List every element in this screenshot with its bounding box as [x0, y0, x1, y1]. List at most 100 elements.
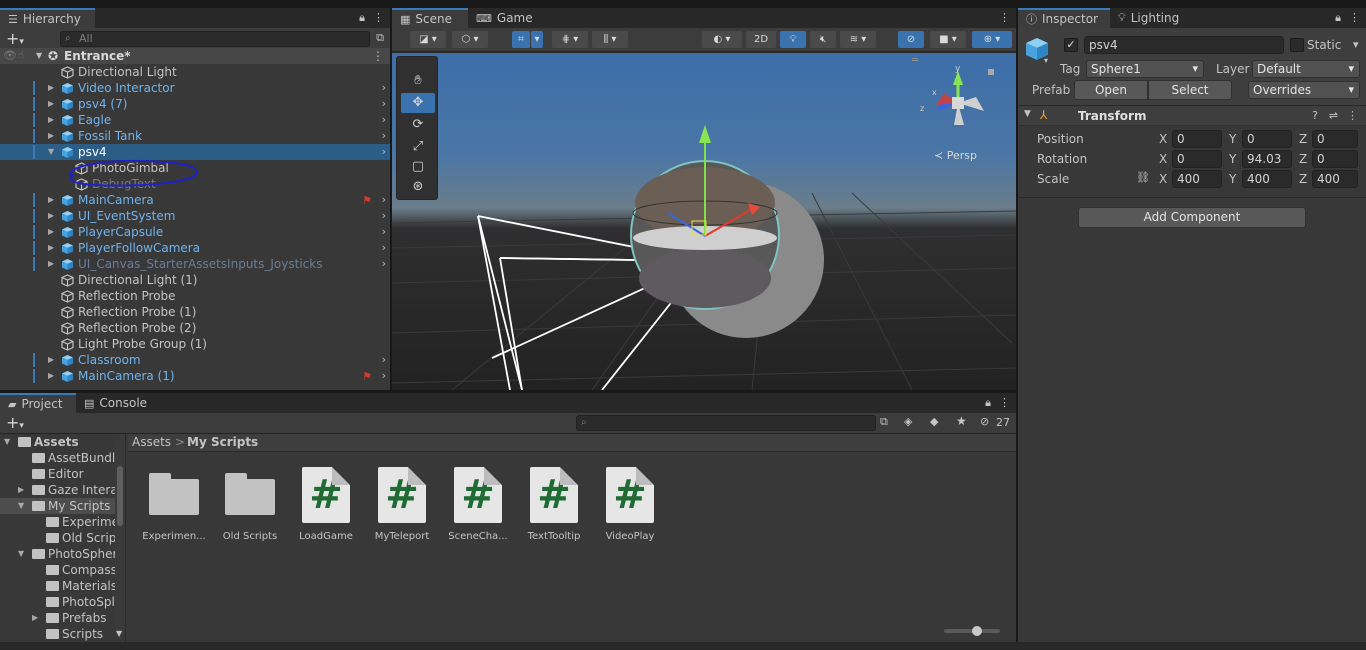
prefab-overrides-dropdown[interactable]: Overrides [1248, 81, 1360, 99]
chevron-right-icon[interactable]: › [382, 368, 386, 384]
hierarchy-item[interactable]: ▶ Eagle › [0, 112, 390, 128]
rotation-x-field[interactable]: 0 [1172, 150, 1222, 168]
expand-arrow[interactable]: ▶ [48, 128, 54, 144]
folder-tree-item[interactable]: ▶ Prefabs [0, 610, 125, 626]
visibility-icon[interactable]: 👁︎ [3, 48, 17, 64]
dropdown-icon[interactable]: ▾ [1044, 56, 1048, 65]
tab-project[interactable]: ▰ Project [0, 393, 76, 413]
layer-dropdown[interactable]: Default [1252, 60, 1360, 78]
draw-mode-dropdown[interactable]: ◪ ▾ [410, 31, 446, 48]
pick-icon[interactable]: ☝︎ [18, 48, 24, 64]
constrain-proportions-icon[interactable]: ⛓︎ [1136, 171, 1150, 184]
shading-dropdown[interactable]: ◐ ▾ [702, 31, 742, 48]
render-mode-dropdown[interactable]: ⬡ ▾ [452, 31, 488, 48]
folder-tree-item[interactable]: Compass [0, 562, 125, 578]
folder-tree-item[interactable]: ▼ Assets [0, 434, 125, 450]
script-asset[interactable]: # TextTooltip [518, 467, 590, 542]
toggle-2d-button[interactable]: 2D [746, 31, 776, 48]
more-icon[interactable]: ⋮ [373, 11, 384, 25]
scene-menu-icon[interactable]: ⋮ [372, 48, 384, 64]
chevron-right-icon[interactable]: › [382, 96, 386, 112]
active-checkbox[interactable]: ✓ [1064, 38, 1078, 52]
rotate-tool-icon[interactable]: ⟳ [401, 115, 435, 135]
zoom-slider-thumb[interactable] [972, 626, 982, 636]
hierarchy-item[interactable]: ▶ UI_Canvas_StarterAssetsInputs_Joysticks… [0, 256, 390, 272]
help-icon[interactable]: ? [1312, 109, 1318, 122]
expand-arrow[interactable]: ▶ [32, 610, 38, 626]
tab-game[interactable]: ⌨︎ Game [468, 8, 538, 28]
hierarchy-item[interactable]: ▶ Classroom › [0, 352, 390, 368]
hierarchy-item[interactable]: ▶ MainCamera (1) ⚑ › [0, 368, 390, 384]
scale-z-field[interactable]: 400 [1312, 170, 1358, 188]
static-dropdown-icon[interactable]: ▾ [1353, 38, 1359, 51]
search-by-type-icon[interactable]: ⧉ [880, 415, 888, 429]
more-icon[interactable]: ⋮ [1349, 11, 1360, 25]
add-component-button[interactable]: Add Component [1078, 207, 1306, 228]
hierarchy-item[interactable]: ▶ UI_EventSystem › [0, 208, 390, 224]
rotation-z-field[interactable]: 0 [1312, 150, 1358, 168]
grid-snap-dropdown[interactable]: ⋕ ▾ [552, 31, 588, 48]
chevron-right-icon[interactable]: › [382, 224, 386, 240]
hidden-packages-icon[interactable]: ⊘ [980, 415, 989, 428]
expand-arrow[interactable]: ▼ [18, 546, 24, 562]
move-tool-icon[interactable]: ✥ [401, 93, 435, 113]
position-x-field[interactable]: 0 [1172, 130, 1222, 148]
position-y-field[interactable]: 0 [1242, 130, 1292, 148]
expand-arrow[interactable]: ▶ [48, 368, 54, 384]
folder-tree-item[interactable]: Scripts [0, 626, 125, 642]
transform-tool-icon[interactable]: ⊛ [401, 177, 435, 197]
chevron-right-icon[interactable]: › [382, 256, 386, 272]
expand-arrow[interactable]: ▶ [48, 256, 54, 272]
hierarchy-item[interactable]: ▶ MainCamera ⚑ › [0, 192, 390, 208]
filter-type-icon[interactable]: ◈ [904, 415, 912, 428]
hierarchy-item[interactable]: ▶ psv4 (7) › [0, 96, 390, 112]
scale-x-field[interactable]: 400 [1172, 170, 1222, 188]
hierarchy-item[interactable]: Directional Light (1) [0, 272, 390, 288]
orientation-gizmo[interactable]: y x z [918, 63, 998, 143]
hierarchy-item[interactable]: Reflection Probe [0, 288, 390, 304]
folder-tree-item[interactable]: Experime [0, 514, 125, 530]
expand-arrow[interactable]: ▶ [48, 352, 54, 368]
scale-tool-icon[interactable]: ⤢ [401, 137, 435, 157]
foldout-arrow[interactable]: ▼ [1024, 109, 1031, 119]
increment-snap-dropdown[interactable]: ⫼ ▾ [592, 31, 628, 48]
chevron-right-icon[interactable]: › [382, 128, 386, 144]
effects-dropdown[interactable]: ≋ ▾ [840, 31, 876, 48]
scene-viewport[interactable]: ✋︎ ✥ ⟳ ⤢ ▢ ⊛ y x z ≺ Persp ═ [392, 53, 1016, 390]
more-icon[interactable]: ⋮ [999, 396, 1010, 410]
expand-arrow[interactable]: ▶ [48, 208, 54, 224]
transform-header[interactable]: ▼ ⅄ Transform ? ⇌ ⋮ [1018, 106, 1366, 126]
scrollbar-thumb[interactable] [117, 466, 123, 526]
breadcrumb-current[interactable]: My Scripts [187, 434, 258, 451]
audio-toggle-icon[interactable]: 🔇︎ [810, 31, 836, 48]
folder-tree-item[interactable]: ▼ My Scripts [0, 498, 125, 514]
script-asset[interactable]: # VideoPlay [594, 467, 666, 542]
script-asset[interactable]: # MyTeleport [366, 467, 438, 542]
project-search-input[interactable]: ⌕ [576, 415, 876, 431]
expand-arrow[interactable]: ▶ [48, 224, 54, 240]
folder-tree-item[interactable]: AssetBundle [0, 450, 125, 466]
label-icon[interactable]: ◆ [930, 415, 938, 428]
expand-arrow[interactable]: ▶ [48, 112, 54, 128]
create-button[interactable]: +▾ [6, 413, 24, 432]
scroll-down-arrow[interactable]: ▼ [116, 629, 122, 638]
folder-tree-item[interactable]: PhotoSpl [0, 594, 125, 610]
folder-tree-item[interactable]: ▼ PhotoSpher [0, 546, 125, 562]
add-button[interactable]: +▾ [6, 29, 24, 48]
hierarchy-item[interactable]: Reflection Probe (2) [0, 320, 390, 336]
folder-asset[interactable]: Experimen... [138, 467, 210, 542]
expand-arrow[interactable]: ▼ [18, 498, 24, 514]
prefab-select-button[interactable]: Select [1148, 80, 1232, 100]
folder-tree-item[interactable]: Old Scrip [0, 530, 125, 546]
hierarchy-item[interactable]: ▶ PlayerFollowCamera › [0, 240, 390, 256]
script-asset[interactable]: # SceneCha... [442, 467, 514, 542]
gizmo-menu-icon[interactable]: ═ [912, 55, 918, 66]
chevron-right-icon[interactable]: › [382, 352, 386, 368]
chevron-right-icon[interactable]: › [382, 192, 386, 208]
pivot-dropdown[interactable]: ▾ [531, 31, 543, 48]
expand-arrow[interactable]: ▶ [48, 192, 54, 208]
chevron-right-icon[interactable]: › [382, 80, 386, 96]
pivot-toggle[interactable]: ⌗ [512, 31, 530, 48]
expand-arrow[interactable]: ▼ [4, 434, 10, 450]
search-options-icon[interactable]: ⧉ [376, 31, 384, 45]
